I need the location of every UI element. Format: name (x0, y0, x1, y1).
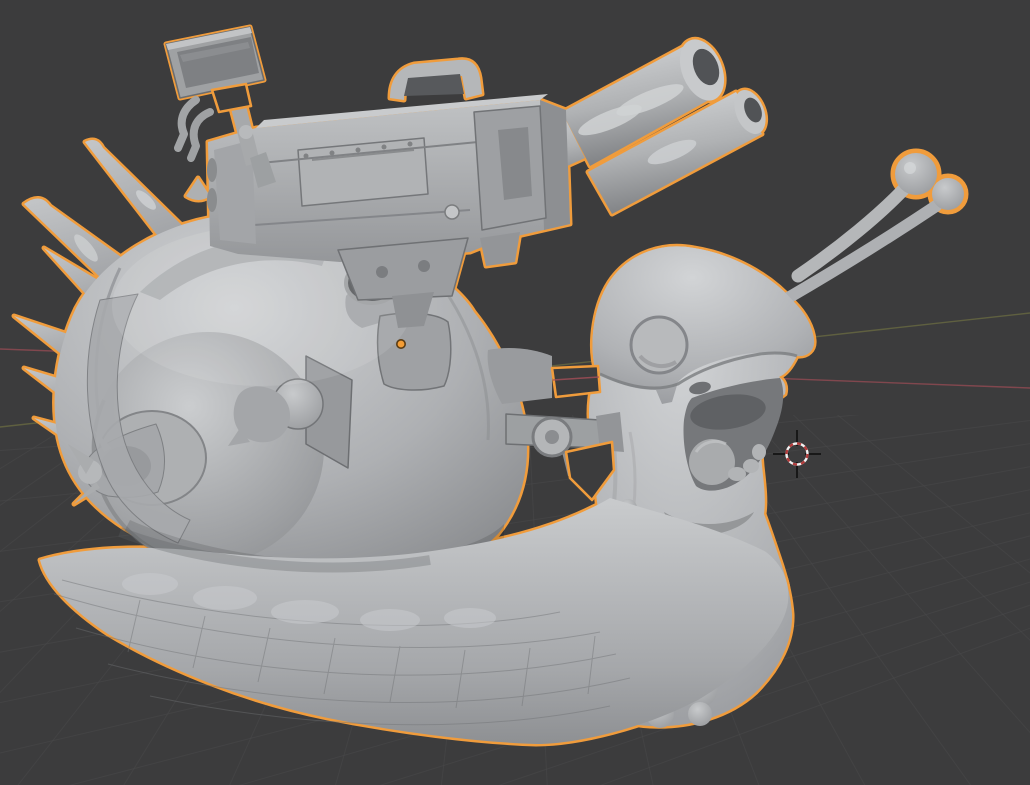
tongue (689, 439, 735, 485)
snail-model[interactable] (14, 27, 966, 744)
3d-viewport[interactable] (0, 0, 1030, 785)
scene-canvas (0, 0, 1030, 785)
cocking-knob (445, 205, 459, 219)
snail-geometry (14, 27, 964, 744)
